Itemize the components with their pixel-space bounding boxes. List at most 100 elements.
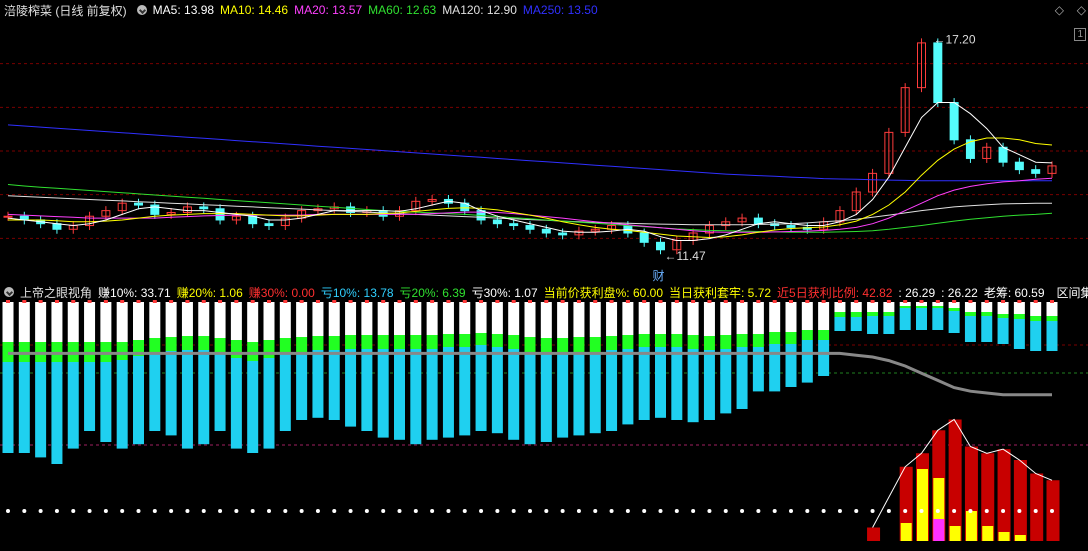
- candlestick-chart[interactable]: ←17.20 ←11.47财: [0, 20, 1088, 282]
- white-bar: [442, 302, 454, 334]
- indicator-legend-item: 亏30%: 1.07: [471, 285, 538, 300]
- white-bar: [964, 302, 976, 312]
- green-bar: [491, 334, 503, 347]
- cyan-bar: [84, 362, 96, 431]
- indicator-toggle-icon[interactable]: [4, 287, 14, 297]
- cyan-bar: [671, 347, 683, 420]
- main-chart-header: 涪陵榨菜 (日线 前复权) MA5: 13.98 MA10: 14.46 MA20:…: [0, 0, 1088, 20]
- white-bar: [263, 302, 275, 340]
- red-cap: [22, 300, 27, 303]
- cyan-bar: [736, 347, 748, 409]
- red-cap: [870, 300, 875, 303]
- stock-title[interactable]: 涪陵榨菜 (日线 前复权): [4, 2, 127, 19]
- cyan-bar: [198, 350, 210, 445]
- white-bar: [703, 302, 715, 336]
- red-cap: [609, 300, 614, 303]
- finance-mark: 财: [653, 269, 665, 282]
- white-dot: [364, 509, 369, 513]
- red-bar: [1013, 460, 1027, 541]
- indicator-legend-item: 亏10%: 13.78: [320, 285, 394, 300]
- red-cap: [185, 300, 190, 303]
- green-bar: [720, 335, 732, 349]
- red-cap: [674, 300, 679, 303]
- diamond-icon-2[interactable]: ◇: [1077, 3, 1086, 17]
- cyan-bar: [589, 352, 601, 434]
- red-cap: [935, 300, 940, 303]
- section-button[interactable]: 区间集: [1057, 284, 1088, 301]
- green-bar: [834, 312, 846, 317]
- white-bar: [312, 302, 324, 336]
- green-bar: [279, 338, 291, 354]
- red-cap: [511, 300, 516, 303]
- yellow-bar: [900, 523, 912, 541]
- cyan-bar-late: [1013, 319, 1025, 349]
- candle-body: [786, 225, 796, 228]
- ma-legend-item: MA5: 13.98: [152, 3, 215, 17]
- red-bar: [997, 449, 1011, 541]
- red-cap: [152, 300, 157, 303]
- white-bar: [801, 302, 813, 330]
- white-dot: [658, 509, 663, 513]
- white-dot: [935, 509, 940, 513]
- red-cap: [903, 300, 908, 303]
- cyan-bar: [100, 362, 112, 442]
- white-dot: [381, 509, 386, 513]
- green-bar: [916, 306, 927, 308]
- green-bar: [867, 312, 879, 316]
- red-cap: [348, 300, 353, 303]
- ma-legend: MA5: 13.98 MA10: 14.46 MA20: 13.57 MA60: 12…: [153, 3, 604, 17]
- red-cap: [332, 300, 337, 303]
- green-bar: [165, 337, 177, 351]
- red-cap: [723, 300, 728, 303]
- white-bar: [230, 302, 242, 340]
- white-dot: [250, 509, 255, 513]
- white-dot: [332, 509, 337, 513]
- white-bar: [491, 302, 503, 334]
- cyan-bar: [247, 361, 259, 453]
- indicator-header: 上帝之眼视角 赚10%: 33.71 赚20%: 1.06 赚30%: 0.00 亏1…: [0, 282, 1088, 302]
- green-bar: [932, 306, 944, 308]
- diamond-icon[interactable]: ◇: [1055, 3, 1064, 17]
- cyan-bar-late: [932, 308, 944, 330]
- white-dot: [674, 509, 679, 513]
- red-cap: [136, 300, 141, 303]
- white-dot: [185, 509, 190, 513]
- white-bar: [769, 302, 781, 332]
- cyan-bar: [230, 358, 242, 449]
- red-bar: [948, 419, 962, 541]
- cyan-bar: [2, 362, 14, 453]
- red-cap: [528, 300, 532, 303]
- red-cap: [691, 300, 696, 303]
- green-bar: [703, 336, 715, 350]
- white-dot: [495, 509, 500, 513]
- red-cap: [821, 300, 826, 303]
- settings-toggle-icon[interactable]: [136, 5, 147, 15]
- cyan-bar-late: [981, 316, 993, 342]
- white-bar: [997, 302, 1009, 314]
- white-dot: [772, 509, 777, 513]
- white-bar: [867, 302, 879, 312]
- cyan-bar-late: [899, 308, 911, 330]
- white-bar: [100, 302, 112, 342]
- cyan-bar: [818, 340, 830, 376]
- white-dot: [54, 509, 59, 513]
- white-dot: [22, 509, 27, 513]
- white-dot: [870, 509, 875, 513]
- indicator-legend: 赚10%: 33.71 赚20%: 1.06 赚30%: 0.00 亏10%: 13.…: [98, 284, 1051, 301]
- white-bar: [589, 302, 601, 337]
- cyan-bar: [296, 352, 308, 420]
- red-cap: [250, 300, 255, 303]
- white-bar: [883, 302, 895, 312]
- white-bar: [279, 302, 291, 338]
- candle-body: [509, 223, 519, 227]
- indicator-chart[interactable]: [0, 300, 1088, 551]
- red-cap: [267, 300, 271, 303]
- cyan-bar-late: [883, 316, 895, 334]
- candle-body: [639, 232, 649, 243]
- red-cap: [1033, 300, 1038, 303]
- cyan-bar-late: [916, 308, 927, 330]
- white-dot: [169, 509, 174, 513]
- white-dot: [968, 509, 973, 513]
- white-dot: [397, 509, 402, 513]
- indicator-name[interactable]: 上帝之眼视角: [20, 284, 92, 301]
